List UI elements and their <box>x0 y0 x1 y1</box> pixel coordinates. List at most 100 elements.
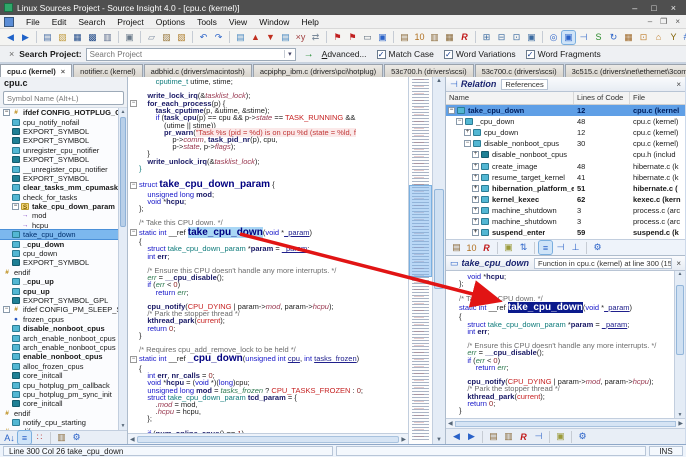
sidebar-item-unregister_cpu_notifier[interactable]: unregister_cpu_notifier <box>0 146 118 155</box>
scroll-down-icon[interactable]: ▼ <box>119 423 127 429</box>
project-files-icon[interactable]: ▤ <box>398 31 411 44</box>
tab-3c515.c[interactable]: 3c515.c (drivers\net\ethernet\3com) <box>564 64 686 77</box>
console-icon[interactable]: ▭ <box>361 31 374 44</box>
link-icon[interactable]: ⇄ <box>309 31 322 44</box>
scroll-left-icon[interactable]: ◀ <box>130 436 135 443</box>
swap-xy-icon[interactable]: ×y <box>294 31 307 44</box>
relation-row-resume_target_kernel[interactable]: + resume_target_kernel 41 hibernate.c (k <box>446 172 685 183</box>
tree-expander-icon[interactable]: + <box>472 162 479 170</box>
sidebar-item-enable_nonboot_cpus[interactable]: enable_nonboot_cpus <box>0 352 118 361</box>
sidebar-item-frozen_cpus[interactable]: ● frozen_cpus <box>0 315 118 324</box>
fold-collapse-icon[interactable]: − <box>130 181 137 189</box>
sync-icon[interactable]: ⇅ <box>517 241 530 254</box>
export-icon[interactable]: ⌂ <box>652 31 665 44</box>
mdi-restore-button[interactable]: ❐ <box>660 17 667 26</box>
save-icon[interactable]: ▦ <box>71 31 84 44</box>
group-view-icon[interactable]: ∷ <box>33 431 46 444</box>
layout-horizontal-icon[interactable]: ⊟ <box>495 31 508 44</box>
relation-icon[interactable]: ⊣ <box>532 430 545 443</box>
sidebar-item-export_symbol_gpl[interactable]: EXPORT_SYMBOL_GPL <box>0 296 118 305</box>
relation-row-disable_nonboot_cpus[interactable]: + disable_nonboot_cpus cpu.h (includ <box>446 149 685 160</box>
copy-icon[interactable]: ▱ <box>145 31 158 44</box>
sidebar-item-cpu_hotplug_pm_callback[interactable]: cpu_hotplug_pm_callback <box>0 380 118 390</box>
relation-row-kernel_kexec[interactable]: + kernel_kexec 62 kexec.c (kern <box>446 194 685 205</box>
scroll-right-icon[interactable]: ▶ <box>401 436 406 443</box>
search-input[interactable] <box>86 49 285 59</box>
code-editor[interactable]: cputime_t utime, stime; write_lock_irq(&… <box>128 77 408 444</box>
mdi-minimize-button[interactable]: – <box>648 17 652 26</box>
tree-scrollbar[interactable]: ▲ ▼ <box>118 108 127 430</box>
document-icon[interactable]: ▤ <box>279 31 292 44</box>
sidebar-item-cpu_notify_nofail[interactable]: cpu_notify_nofail <box>0 117 118 127</box>
sidebar-item-alloc_frozen_cpus[interactable]: alloc_frozen_cpus <box>0 362 118 371</box>
tree-expander-icon[interactable]: + <box>472 206 479 214</box>
search-go-icon[interactable]: → <box>304 49 314 60</box>
relation-tab-references[interactable]: References <box>501 78 548 90</box>
sidebar-item-cpu_down[interactable]: cpu_down <box>0 249 118 258</box>
layout-vertical-icon[interactable]: ⊡ <box>510 31 523 44</box>
tab-53c700.h[interactable]: 53c700.h (drivers\scsi) <box>384 64 474 77</box>
lock-icon[interactable]: ▣ <box>554 430 567 443</box>
sidebar-item-take_cpu_down_param[interactable]: − Stake_cpu_down_param <box>0 202 118 211</box>
tab-adbhid.c[interactable]: adbhid.c (drivers\macintosh) <box>143 64 252 77</box>
sidebar-item-clear_tasks_mm_cpumask[interactable]: clear_tasks_mm_cpumask <box>0 183 118 192</box>
minimap-viewport[interactable] <box>409 185 432 277</box>
relation-row-suspend_enter[interactable]: + suspend_enter 59 suspend.c (k <box>446 227 685 238</box>
editor-vscrollbar[interactable]: ▲ ▼ <box>432 77 445 444</box>
browser-mode-icon[interactable]: ◎ <box>547 31 560 44</box>
view-list-icon[interactable]: ≡ <box>538 240 553 255</box>
gear-icon[interactable]: ⚙ <box>576 430 589 443</box>
sidebar-item-cpu_up[interactable]: cpu_up <box>0 286 118 296</box>
window-icon[interactable]: ▣ <box>376 31 389 44</box>
sidebar-item-export_symbol[interactable]: EXPORT_SYMBOL <box>0 127 118 136</box>
project-icon[interactable]: ▤ <box>487 430 500 443</box>
sidebar-item-notify_cpu_starting[interactable]: notify_cpu_starting <box>0 418 118 427</box>
gear-icon[interactable]: ⚙ <box>70 431 83 444</box>
maximize-button[interactable]: □ <box>651 3 656 13</box>
relation-window-icon[interactable]: ⊣ <box>577 31 590 44</box>
sidebar-item-mod[interactable]: → mod <box>0 211 118 220</box>
advanced-button[interactable]: Advanced... <box>322 49 367 59</box>
close-button[interactable]: × <box>671 3 676 13</box>
sidebar-item-__unregister_cpu_notifier[interactable]: __unregister_cpu_notifier <box>0 164 118 174</box>
code-minimap[interactable] <box>408 77 432 444</box>
sidebar-item-check_for_tasks[interactable]: check_for_tasks <box>0 193 118 202</box>
sidebar-item-core_initcall[interactable]: core_initcall <box>0 371 118 380</box>
scroll-up-icon[interactable]: ▲ <box>119 109 127 115</box>
sidebar-item-hcpu[interactable]: → hcpu <box>0 221 118 230</box>
column-file[interactable]: File <box>630 92 685 104</box>
undo-icon[interactable]: ↶ <box>197 31 210 44</box>
sidebar-item-export_symbol[interactable]: EXPORT_SYMBOL <box>0 174 118 183</box>
close-context-icon[interactable]: × <box>672 259 681 268</box>
bookmark-list-icon[interactable]: ⚑ <box>346 31 359 44</box>
context-hscrollbar[interactable]: ◀ ▶ <box>446 418 685 428</box>
save-as-icon[interactable]: ▥ <box>101 31 114 44</box>
checkbox-word-variations[interactable]: ✓ Word Variations <box>443 49 516 59</box>
symbol-list-icon[interactable]: ≡ <box>17 430 32 445</box>
menu-project[interactable]: Project <box>111 17 149 27</box>
paste-icon[interactable]: ▨ <box>160 31 173 44</box>
properties-icon[interactable]: ▦ <box>622 31 635 44</box>
symbol-window-icon[interactable]: S <box>592 31 605 44</box>
sidebar-item-endif[interactable]: #endif <box>0 427 118 430</box>
tree-expander-icon[interactable]: + <box>472 151 479 159</box>
sidebar-item-_cpu_up[interactable]: _cpu_up <box>0 277 118 286</box>
fold-collapse-icon[interactable]: − <box>130 355 137 363</box>
save-all-icon[interactable]: ▩ <box>86 31 99 44</box>
menu-window[interactable]: Window <box>253 17 295 27</box>
sidebar-item-cpu_hotplug_pm_sync_init[interactable]: cpu_hotplug_pm_sync_init <box>0 390 118 399</box>
relation-row-take_cpu_down[interactable]: − take_cpu_down 12 cpu.c (kernel <box>446 105 685 117</box>
tree-expander-icon[interactable]: + <box>464 129 471 137</box>
close-relation-icon[interactable]: × <box>672 80 681 89</box>
tree-expander-icon[interactable]: + <box>472 217 479 225</box>
fold-collapse-icon[interactable]: − <box>130 229 137 237</box>
refresh-relation-icon[interactable]: R <box>480 241 493 254</box>
tree-expander-icon[interactable]: − <box>448 107 455 115</box>
relation-row-_cpu_down[interactable]: − _cpu_down 48 cpu.c (kernel) <box>446 116 685 127</box>
column-name[interactable]: Name <box>446 92 574 104</box>
tree-expander-icon[interactable]: + <box>472 195 479 203</box>
back-icon[interactable]: ◀ <box>450 430 463 443</box>
scroll-up-icon[interactable]: ▲ <box>433 78 445 84</box>
menu-search[interactable]: Search <box>72 17 111 27</box>
checkbox-word-fragments[interactable]: ✓ Word Fragments <box>525 49 601 59</box>
